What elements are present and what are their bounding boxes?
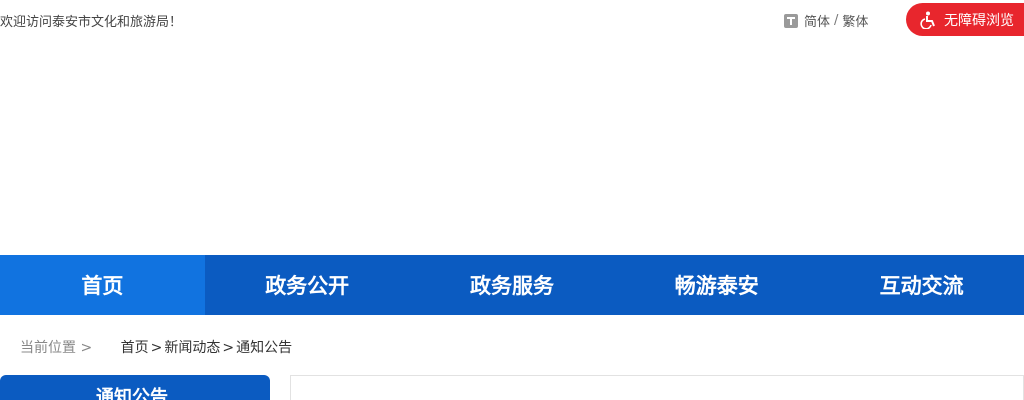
top-bar: 欢迎访问泰安市文化和旅游局！ 简体 / 繁体 无障碍浏览 bbox=[0, 0, 1024, 40]
simplified-chinese-link[interactable]: 简体 bbox=[804, 11, 830, 30]
accessibility-button[interactable]: 无障碍浏览 bbox=[906, 3, 1024, 36]
wheelchair-icon bbox=[920, 11, 935, 29]
breadcrumb-current-link[interactable]: 通知公告 bbox=[236, 340, 292, 356]
language-switcher: 简体 / 繁体 bbox=[784, 11, 868, 30]
translate-icon bbox=[784, 13, 798, 28]
language-separator: / bbox=[834, 13, 839, 28]
accessibility-label: 无障碍浏览 bbox=[944, 12, 1014, 29]
breadcrumb-separator: > bbox=[150, 340, 163, 356]
main-nav: 首页 政务公开 政务服务 畅游泰安 互动交流 bbox=[0, 255, 1024, 315]
national-emblem-icon bbox=[358, 99, 446, 197]
breadcrumb-prefix: 当前位置 > bbox=[20, 340, 93, 356]
breadcrumb-separator: > bbox=[222, 340, 235, 356]
qr-code-icon bbox=[896, 100, 970, 174]
breadcrumb: 当前位置 > 首页 > 新闻动态 > 通知公告 bbox=[20, 337, 292, 357]
nav-item-tour-taian[interactable]: 畅游泰安 bbox=[614, 255, 819, 315]
nav-item-interaction[interactable]: 互动交流 bbox=[819, 255, 1024, 315]
breadcrumb-news-link[interactable]: 新闻动态 bbox=[164, 340, 220, 356]
breadcrumb-home-link[interactable]: 首页 bbox=[121, 340, 149, 356]
traditional-chinese-link[interactable]: 繁体 bbox=[842, 11, 868, 30]
content-panel bbox=[290, 375, 1024, 400]
welcome-text: 欢迎访问泰安市文化和旅游局！ bbox=[0, 15, 183, 30]
nav-item-government-services[interactable]: 政务服务 bbox=[410, 255, 615, 315]
mini-program-code-icon bbox=[988, 100, 1024, 174]
site-title: 泰安市文化和旅游局 bbox=[478, 121, 910, 175]
sidebar-section-title: 通知公告 bbox=[0, 375, 270, 400]
nav-item-government-affairs[interactable]: 政务公开 bbox=[205, 255, 410, 315]
nav-item-home[interactable]: 首页 bbox=[0, 255, 205, 315]
